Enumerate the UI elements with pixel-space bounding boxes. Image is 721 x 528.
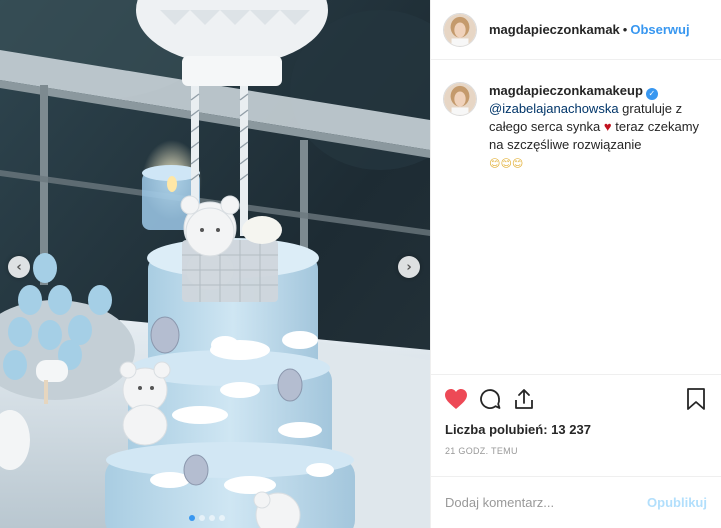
caption-comment: magdapieczonkamakeup ✓ @izabelajanachowsk… bbox=[443, 82, 709, 173]
likes-number: 13 237 bbox=[551, 422, 591, 437]
post-timestamp[interactable]: 21 GODZ. TEMU bbox=[431, 440, 721, 462]
comment-input[interactable]: Dodaj komentarz... bbox=[445, 495, 554, 510]
carousel-indicator bbox=[189, 515, 225, 521]
caption-body: magdapieczonkamakeup ✓ @izabelajanachowsk… bbox=[489, 82, 709, 173]
smile-emojis: 😊😊😊 bbox=[489, 157, 524, 170]
comment-icon bbox=[480, 388, 501, 409]
cake-photo-image bbox=[0, 0, 430, 528]
chevron-left-icon: ‹ bbox=[16, 259, 22, 275]
comments-section: magdapieczonkamakeup ✓ @izabelajanachowsk… bbox=[431, 60, 721, 374]
author-avatar[interactable] bbox=[443, 12, 477, 47]
carousel-dot bbox=[199, 515, 205, 521]
carousel-dot bbox=[189, 515, 195, 521]
carousel-prev-button[interactable]: ‹ bbox=[8, 256, 30, 278]
like-button[interactable] bbox=[441, 384, 471, 414]
heart-icon bbox=[445, 388, 467, 409]
post-sidebar: magdapieczonkamak • Obserwuj magdapieczonk… bbox=[430, 0, 721, 528]
likes-count[interactable]: Liczba polubień: 13 237 bbox=[431, 422, 721, 440]
mention-link[interactable]: @izabelajanachowska bbox=[489, 101, 619, 116]
commenter-avatar[interactable] bbox=[443, 82, 477, 116]
commenter-username[interactable]: magdapieczonkamakeup bbox=[489, 83, 643, 98]
header-separator: • bbox=[622, 22, 628, 37]
action-bar bbox=[431, 374, 721, 422]
save-button[interactable] bbox=[681, 384, 711, 414]
carousel-dot bbox=[209, 515, 215, 521]
carousel-next-button[interactable]: › bbox=[398, 256, 420, 278]
share-button[interactable] bbox=[509, 384, 539, 414]
carousel-dot bbox=[219, 515, 225, 521]
post-header: magdapieczonkamak • Obserwuj bbox=[431, 0, 721, 60]
comment-form: Dodaj komentarz... Opublikuj bbox=[431, 476, 721, 528]
post-comment-button[interactable]: Opublikuj bbox=[647, 495, 707, 510]
post-dialog: ‹ › magdapieczonkamak • Obserwuj magdapi… bbox=[0, 0, 721, 528]
heart-emoji: ♥ bbox=[603, 119, 612, 134]
author-username[interactable]: magdapieczonkamak bbox=[489, 22, 620, 37]
comment-button[interactable] bbox=[475, 384, 505, 414]
likes-label: Liczba polubień: bbox=[445, 422, 552, 437]
chevron-right-icon: › bbox=[406, 259, 412, 275]
share-icon bbox=[515, 388, 533, 409]
post-photo[interactable]: ‹ › bbox=[0, 0, 430, 528]
verified-badge-icon: ✓ bbox=[645, 88, 658, 100]
bookmark-icon bbox=[687, 388, 705, 410]
follow-button[interactable]: Obserwuj bbox=[630, 22, 689, 37]
